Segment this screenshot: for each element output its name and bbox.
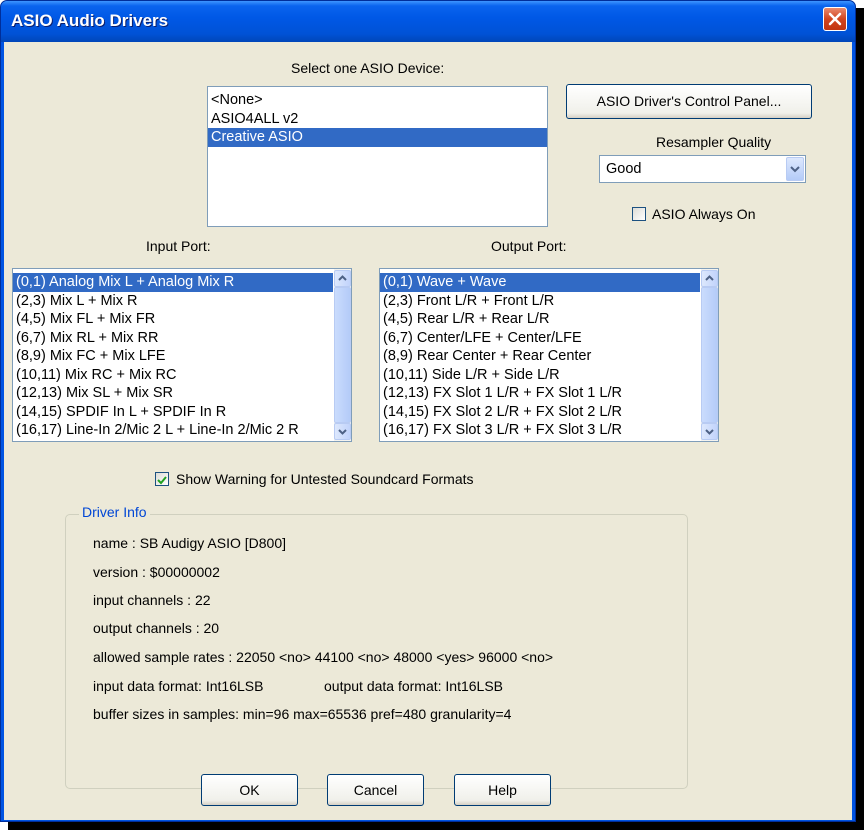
dropdown-button[interactable] xyxy=(786,157,804,181)
device-listbox[interactable]: <None> ASIO4ALL v2 Creative ASIO xyxy=(207,86,548,227)
sample-rates: allowed sample rates : 22050 <no> 44100 … xyxy=(93,649,554,665)
list-item[interactable]: (0,1) Wave + Wave xyxy=(380,273,700,292)
output-port-label: Output Port: xyxy=(491,238,567,254)
list-item[interactable]: (14,15) SPDIF In L + SPDIF In R xyxy=(13,403,333,422)
dialog-window: ASIO Audio Drivers Select one ASIO Devic… xyxy=(0,0,856,822)
list-item[interactable]: (0,1) Analog Mix L + Analog Mix R xyxy=(13,273,333,292)
chevron-up-icon xyxy=(338,275,347,281)
resampler-label: Resampler Quality xyxy=(656,134,772,150)
chevron-down-icon xyxy=(338,429,347,435)
list-item[interactable]: (12,13) Mix SL + Mix SR xyxy=(13,384,333,403)
list-item[interactable]: (2,3) Mix L + Mix R xyxy=(13,292,333,311)
ok-button[interactable]: OK xyxy=(201,774,298,806)
show-warning-label[interactable]: Show Warning for Untested Soundcard Form… xyxy=(176,471,474,487)
list-item[interactable]: (6,7) Mix RL + Mix RR xyxy=(13,329,333,348)
device-label: Select one ASIO Device: xyxy=(291,60,445,76)
scroll-up-button[interactable] xyxy=(334,270,351,287)
scroll-down-button[interactable] xyxy=(701,423,718,440)
close-icon xyxy=(828,12,842,26)
list-item[interactable]: (12,13) FX Slot 1 L/R + FX Slot 1 L/R xyxy=(380,384,700,403)
scroll-down-button[interactable] xyxy=(334,423,351,440)
show-warning-checkbox[interactable] xyxy=(155,472,169,486)
list-item[interactable]: (4,5) Mix FL + Mix FR xyxy=(13,310,333,329)
dialog-client: Select one ASIO Device: <None> ASIO4ALL v… xyxy=(4,42,852,820)
resampler-value: Good xyxy=(606,161,642,177)
always-on-checkbox[interactable] xyxy=(632,207,646,221)
output-scrollbar[interactable] xyxy=(701,269,718,441)
output-channels: output channels : 20 xyxy=(93,620,220,636)
list-item[interactable]: (2,3) Front L/R + Front L/R xyxy=(380,292,700,311)
title-bar[interactable]: ASIO Audio Drivers xyxy=(1,1,855,42)
buffer-sizes: buffer sizes in samples: min=96 max=6553… xyxy=(93,706,512,722)
list-item[interactable]: (16,17) Line-In 2/Mic 2 L + Line-In 2/Mi… xyxy=(13,421,333,440)
list-item[interactable]: ASIO4ALL v2 xyxy=(208,110,547,129)
driver-info-title: Driver Info xyxy=(79,504,150,520)
output-port-listbox[interactable]: (0,1) Wave + Wave (2,3) Front L/R + Front… xyxy=(379,268,719,442)
list-item[interactable]: (10,11) Side L/R + Side L/R xyxy=(380,366,700,385)
always-on-label[interactable]: ASIO Always On xyxy=(652,206,755,222)
list-item[interactable]: (16,17) FX Slot 3 L/R + FX Slot 3 L/R xyxy=(380,421,700,440)
resampler-select[interactable]: Good xyxy=(599,155,806,183)
control-panel-button[interactable]: ASIO Driver's Control Panel... xyxy=(566,84,812,119)
input-port-label: Input Port: xyxy=(146,238,211,254)
cancel-button[interactable]: Cancel xyxy=(327,774,424,806)
list-item[interactable]: (4,5) Rear L/R + Rear L/R xyxy=(380,310,700,329)
chevron-down-icon xyxy=(705,429,714,435)
driver-name: name : SB Audigy ASIO [D800] xyxy=(93,535,286,551)
checkmark-icon xyxy=(157,476,167,485)
list-item[interactable]: (8,9) Rear Center + Rear Center xyxy=(380,347,700,366)
scroll-up-button[interactable] xyxy=(701,270,718,287)
list-item[interactable]: Creative ASIO xyxy=(208,128,547,147)
window-title: ASIO Audio Drivers xyxy=(11,11,169,30)
help-button[interactable]: Help xyxy=(454,774,551,806)
list-item[interactable]: <None> xyxy=(208,91,547,110)
list-item[interactable]: (6,7) Center/LFE + Center/LFE xyxy=(380,329,700,348)
input-port-listbox[interactable]: (0,1) Analog Mix L + Analog Mix R (2,3) M… xyxy=(12,268,352,442)
input-data-format: input data format: Int16LSB xyxy=(93,678,264,694)
list-item[interactable]: (14,15) FX Slot 2 L/R + FX Slot 2 L/R xyxy=(380,403,700,422)
output-data-format: output data format: Int16LSB xyxy=(324,678,504,694)
list-item[interactable]: (10,11) Mix RC + Mix RC xyxy=(13,366,333,385)
chevron-down-icon xyxy=(790,166,800,173)
scroll-thumb[interactable] xyxy=(701,287,718,423)
chevron-up-icon xyxy=(705,275,714,281)
list-item[interactable]: (8,9) Mix FC + Mix LFE xyxy=(13,347,333,366)
input-scrollbar[interactable] xyxy=(334,269,351,441)
close-button[interactable] xyxy=(823,7,847,31)
driver-version: version : $00000002 xyxy=(93,564,220,580)
scroll-thumb[interactable] xyxy=(334,287,351,423)
input-channels: input channels : 22 xyxy=(93,592,211,608)
